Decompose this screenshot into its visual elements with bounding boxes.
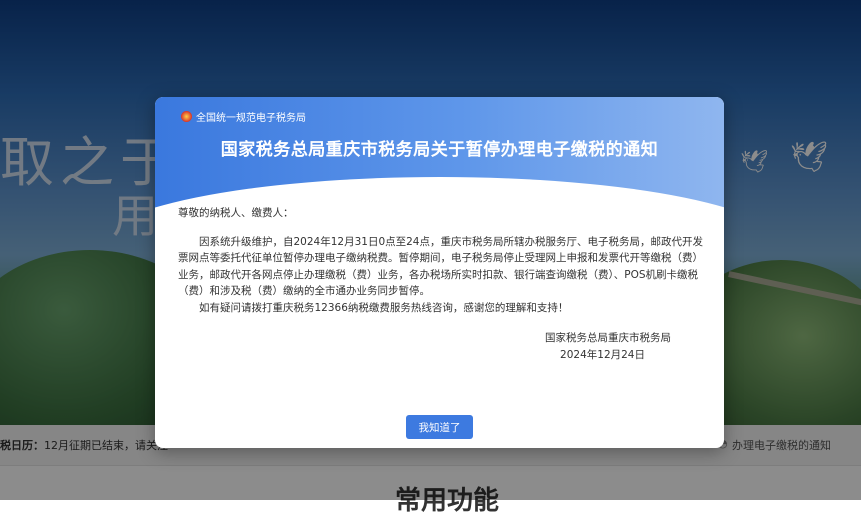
- signature-date: 2024年12月24日: [560, 348, 645, 361]
- notice-modal: 全国统一规范电子税务局 国家税务总局重庆市税务局关于暂停办理电子缴税的通知 尊敬…: [155, 97, 724, 448]
- modal-title: 国家税务总局重庆市税务局关于暂停办理电子缴税的通知: [220, 140, 659, 160]
- national-emblem-icon: [181, 111, 192, 122]
- acknowledge-button[interactable]: 我知道了: [406, 415, 473, 439]
- signature-org: 国家税务总局重庆市税务局: [545, 332, 671, 344]
- notice-paragraph-1: 因系统升级维护，自2024年12月31日0点至24点，重庆市税务局所辖办税服务厅…: [178, 235, 703, 298]
- notice-paragraph-2: 如有疑问请拨打重庆税务12366纳税缴费服务热线咨询，感谢您的理解和支持！: [199, 301, 569, 314]
- brand: 全国统一规范电子税务局: [181, 109, 306, 124]
- brand-label: 全国统一规范电子税务局: [196, 113, 306, 124]
- modal-body: 尊敬的纳税人、缴费人： 因系统升级维护，自2024年12月31日0点至24点，重…: [178, 205, 703, 363]
- signature: 国家税务总局重庆市税务局 2024年12月24日: [178, 330, 703, 363]
- modal-header: 全国统一规范电子税务局 国家税务总局重庆市税务局关于暂停办理电子缴税的通知: [155, 97, 724, 317]
- greeting: 尊敬的纳税人、缴费人：: [178, 207, 294, 219]
